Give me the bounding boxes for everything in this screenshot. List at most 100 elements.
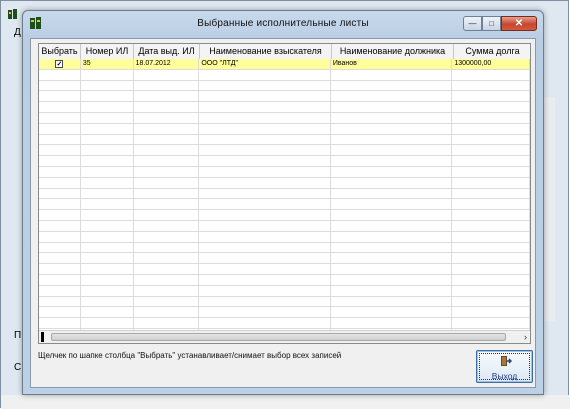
exit-button[interactable]: Выход [476, 350, 533, 383]
empty-cell [452, 80, 530, 91]
empty-cell [199, 145, 331, 156]
empty-cell [134, 102, 200, 112]
empty-table-row[interactable] [39, 210, 530, 221]
empty-table-row[interactable] [39, 318, 530, 329]
empty-cell [39, 123, 81, 134]
empty-cell [81, 285, 134, 296]
empty-table-row[interactable] [39, 80, 530, 92]
empty-table-row[interactable] [39, 112, 530, 124]
empty-cell [81, 145, 134, 156]
scroll-right-arrow-icon[interactable]: › [524, 331, 527, 343]
date-cell: 18.07.2012 [134, 59, 200, 69]
parent-bottom-strip [1, 395, 570, 409]
empty-cell [39, 296, 81, 307]
empty-table-row[interactable] [39, 220, 530, 232]
empty-table-row[interactable] [39, 156, 530, 167]
empty-cell [81, 69, 134, 80]
column-header-date[interactable]: Дата выд. ИЛ [134, 44, 200, 59]
empty-table-row[interactable] [39, 166, 530, 178]
empty-table-row[interactable] [39, 199, 530, 211]
empty-table-row[interactable] [39, 307, 530, 319]
empty-cell [134, 188, 200, 199]
column-header-number[interactable]: Номер ИЛ [81, 44, 134, 59]
empty-table-row[interactable] [39, 274, 530, 286]
empty-table-row[interactable] [39, 177, 530, 189]
empty-table-row[interactable] [39, 285, 530, 297]
empty-cell [199, 210, 331, 220]
empty-cell [39, 102, 81, 112]
empty-cell [331, 242, 453, 253]
empty-cell [39, 177, 81, 188]
column-header-select[interactable]: Выбрать [39, 44, 81, 59]
empty-table-row[interactable] [39, 296, 530, 308]
empty-cell [39, 318, 81, 328]
empty-cell [39, 156, 81, 166]
column-header-amount[interactable]: Сумма долга [454, 44, 530, 59]
empty-cell [199, 69, 331, 80]
minimize-button[interactable]: — [463, 16, 482, 31]
empty-table-row[interactable] [39, 69, 530, 81]
empty-cell [199, 285, 331, 296]
empty-cell [81, 91, 134, 102]
empty-table-row[interactable] [39, 264, 530, 275]
empty-cell [81, 80, 134, 91]
empty-cell [331, 199, 453, 210]
parent-label-p: П [14, 330, 22, 341]
empty-cell [331, 112, 453, 123]
empty-table-row[interactable] [39, 242, 530, 254]
empty-cell [199, 166, 331, 177]
empty-cell [81, 166, 134, 177]
scroll-thumb[interactable] [51, 333, 506, 341]
claimant-cell: ООО "ЛТД" [199, 59, 331, 69]
empty-cell [199, 188, 331, 199]
empty-cell [452, 307, 530, 318]
empty-cell [39, 231, 81, 242]
empty-table-row[interactable] [39, 134, 530, 146]
empty-cell [39, 274, 81, 285]
dialog-client-area: Выбрать Номер ИЛ Дата выд. ИЛ Наименован… [30, 38, 536, 388]
empty-cell [199, 231, 331, 242]
exit-button-label: Выход [491, 371, 518, 381]
empty-cell [331, 166, 453, 177]
writs-grid: Выбрать Номер ИЛ Дата выд. ИЛ Наименован… [38, 43, 531, 344]
empty-table-row[interactable] [39, 102, 530, 113]
horizontal-scrollbar[interactable]: › [39, 330, 530, 343]
empty-cell [452, 242, 530, 253]
column-header-claimant[interactable]: Наименование взыскателя [200, 44, 332, 59]
empty-cell [81, 199, 134, 210]
select-checkbox[interactable]: ✓ [55, 59, 64, 68]
empty-cell [39, 166, 81, 177]
empty-cell [199, 102, 331, 112]
empty-cell [452, 123, 530, 134]
empty-table-row[interactable] [39, 253, 530, 265]
empty-table-row[interactable] [39, 91, 530, 103]
empty-cell [81, 242, 134, 253]
empty-table-row[interactable] [39, 231, 530, 243]
empty-cell [331, 318, 453, 328]
empty-cell [452, 69, 530, 80]
debtor-cell: Иванов [331, 59, 453, 69]
empty-cell [134, 264, 200, 274]
empty-cell [81, 134, 134, 145]
dialog-titlebar[interactable]: Выбранные исполнительные листы — □ ✕ [23, 11, 543, 37]
empty-cell [39, 145, 81, 156]
column-header-debtor[interactable]: Наименование должника [332, 44, 454, 59]
empty-cell [331, 253, 453, 264]
empty-cell [39, 220, 81, 231]
empty-cell [81, 231, 134, 242]
maximize-button[interactable]: □ [482, 16, 501, 31]
empty-cell [452, 199, 530, 210]
empty-cell [199, 199, 331, 210]
close-button[interactable]: ✕ [501, 16, 537, 31]
select-cell[interactable]: ✓ [39, 59, 81, 69]
empty-cell [134, 123, 200, 134]
empty-cell [452, 296, 530, 307]
empty-cell [199, 112, 331, 123]
empty-cell [81, 307, 134, 318]
table-row[interactable]: ✓ 35 18.07.2012 ООО "ЛТД" Иванов 1300000… [39, 59, 530, 70]
empty-cell [134, 274, 200, 285]
empty-table-row[interactable] [39, 188, 530, 200]
empty-cell [199, 220, 331, 231]
empty-table-row[interactable] [39, 145, 530, 157]
empty-table-row[interactable] [39, 123, 530, 135]
